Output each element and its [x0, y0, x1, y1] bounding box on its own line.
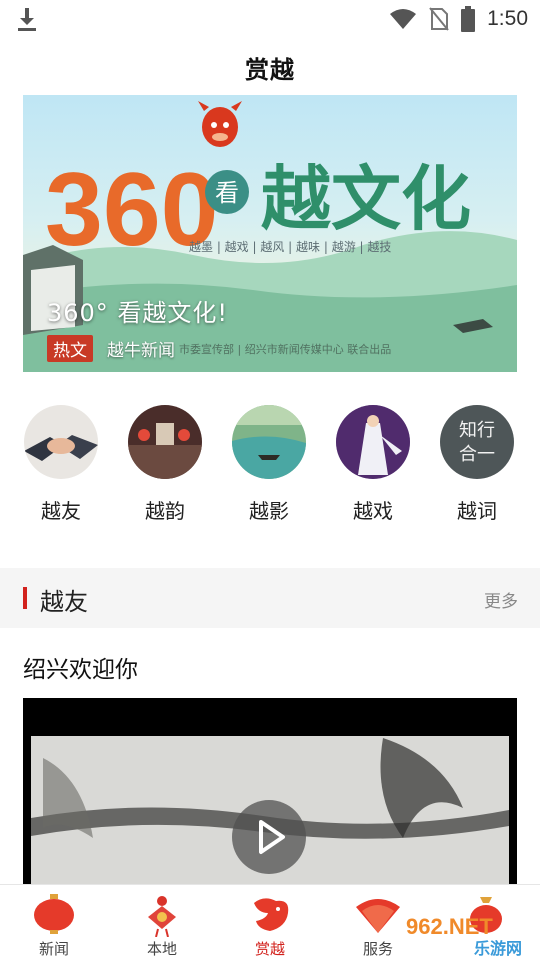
page-title: 赏越 — [245, 56, 295, 84]
handshake-image — [24, 405, 98, 479]
mascot-icon — [254, 898, 289, 931]
poster-title: 越文化 — [261, 157, 471, 240]
category-label: 越戏 — [353, 499, 393, 523]
status-icons: 1:50 — [389, 4, 528, 34]
category-yueci[interactable]: 知行 合一 越词 — [432, 405, 522, 524]
calligraphy-image: 知行 合一 — [440, 405, 514, 479]
nav-shangyue[interactable]: 赏越 — [216, 885, 324, 960]
section-header: 越友 更多 — [0, 568, 540, 628]
download-icon — [18, 8, 36, 31]
calligraphy-text-bottom: 合一 — [459, 444, 495, 465]
calligraphy-text-top: 知行 — [459, 420, 495, 441]
nav-label: 新闻 — [38, 940, 69, 958]
category-label: 越韵 — [145, 499, 185, 523]
wifi-icon — [390, 9, 417, 29]
nav-label: 赏越 — [254, 940, 285, 958]
battery-icon — [461, 6, 476, 32]
watermark-text-bottom: 乐游网 — [474, 939, 522, 958]
hot-tag: 热文 — [47, 335, 93, 362]
clock: 1:50 — [487, 7, 528, 30]
site-watermark: 962.NET 乐游网 — [406, 914, 522, 958]
category-row: 越友 越韵 越影 越戏 知行 合一 越词 — [0, 405, 540, 530]
section-accent-bar — [23, 587, 27, 609]
banner-artwork: 360 看 越文化 越墨 | 越戏 | 越风 | 越味 | 越游 | 越技 — [23, 101, 517, 372]
banner-source: 越牛新闻 — [107, 341, 175, 361]
poster-circle-char: 看 — [215, 179, 239, 207]
category-yueyou[interactable]: 越友 — [16, 405, 106, 524]
nav-local[interactable]: 本地 — [108, 885, 216, 960]
river-boat-image — [232, 405, 306, 479]
banner-caption: 360° 看越文化! — [47, 299, 229, 327]
watermark-text-top: 962.NET — [406, 914, 493, 939]
featured-banner[interactable]: 360 看 越文化 越墨 | 越戏 | 越风 | 越味 | 越游 | 越技 市委… — [23, 95, 517, 372]
category-yueyun[interactable]: 越韵 — [120, 405, 210, 524]
more-link[interactable]: 更多 — [484, 587, 518, 612]
nav-label: 本地 — [146, 940, 177, 958]
play-button[interactable] — [232, 800, 306, 874]
category-yueying[interactable]: 越影 — [224, 405, 314, 524]
screen: 1:50 赏越 360 看 越文化 越墨 | 越戏 | 越风 | 越味 | 越游… — [0, 0, 540, 960]
article-title[interactable]: 绍兴欢迎你 — [23, 650, 138, 684]
category-label: 越影 — [249, 499, 289, 523]
category-label: 越友 — [41, 499, 81, 523]
old-street-image — [128, 405, 202, 479]
opera-performer-image — [336, 405, 410, 479]
section-title: 越友 — [40, 588, 88, 616]
nav-news[interactable]: 新闻 — [0, 885, 108, 960]
banner-credits: 市委宣传部 | 绍兴市新闻传媒中心 联合出品 — [179, 343, 392, 356]
no-sim-icon — [429, 7, 449, 31]
category-yuexi[interactable]: 越戏 — [328, 405, 418, 524]
fan-icon — [356, 899, 400, 933]
play-icon — [259, 820, 285, 854]
status-bar: 1:50 — [0, 0, 540, 38]
knot-icon — [148, 896, 176, 937]
poster-subtopics: 越墨 | 越戏 | 越风 | 越味 | 越游 | 越技 — [189, 240, 391, 254]
video-player[interactable] — [23, 698, 517, 898]
category-label: 越词 — [457, 499, 497, 523]
mascot-icon — [198, 101, 242, 147]
lantern-icon — [34, 894, 74, 934]
